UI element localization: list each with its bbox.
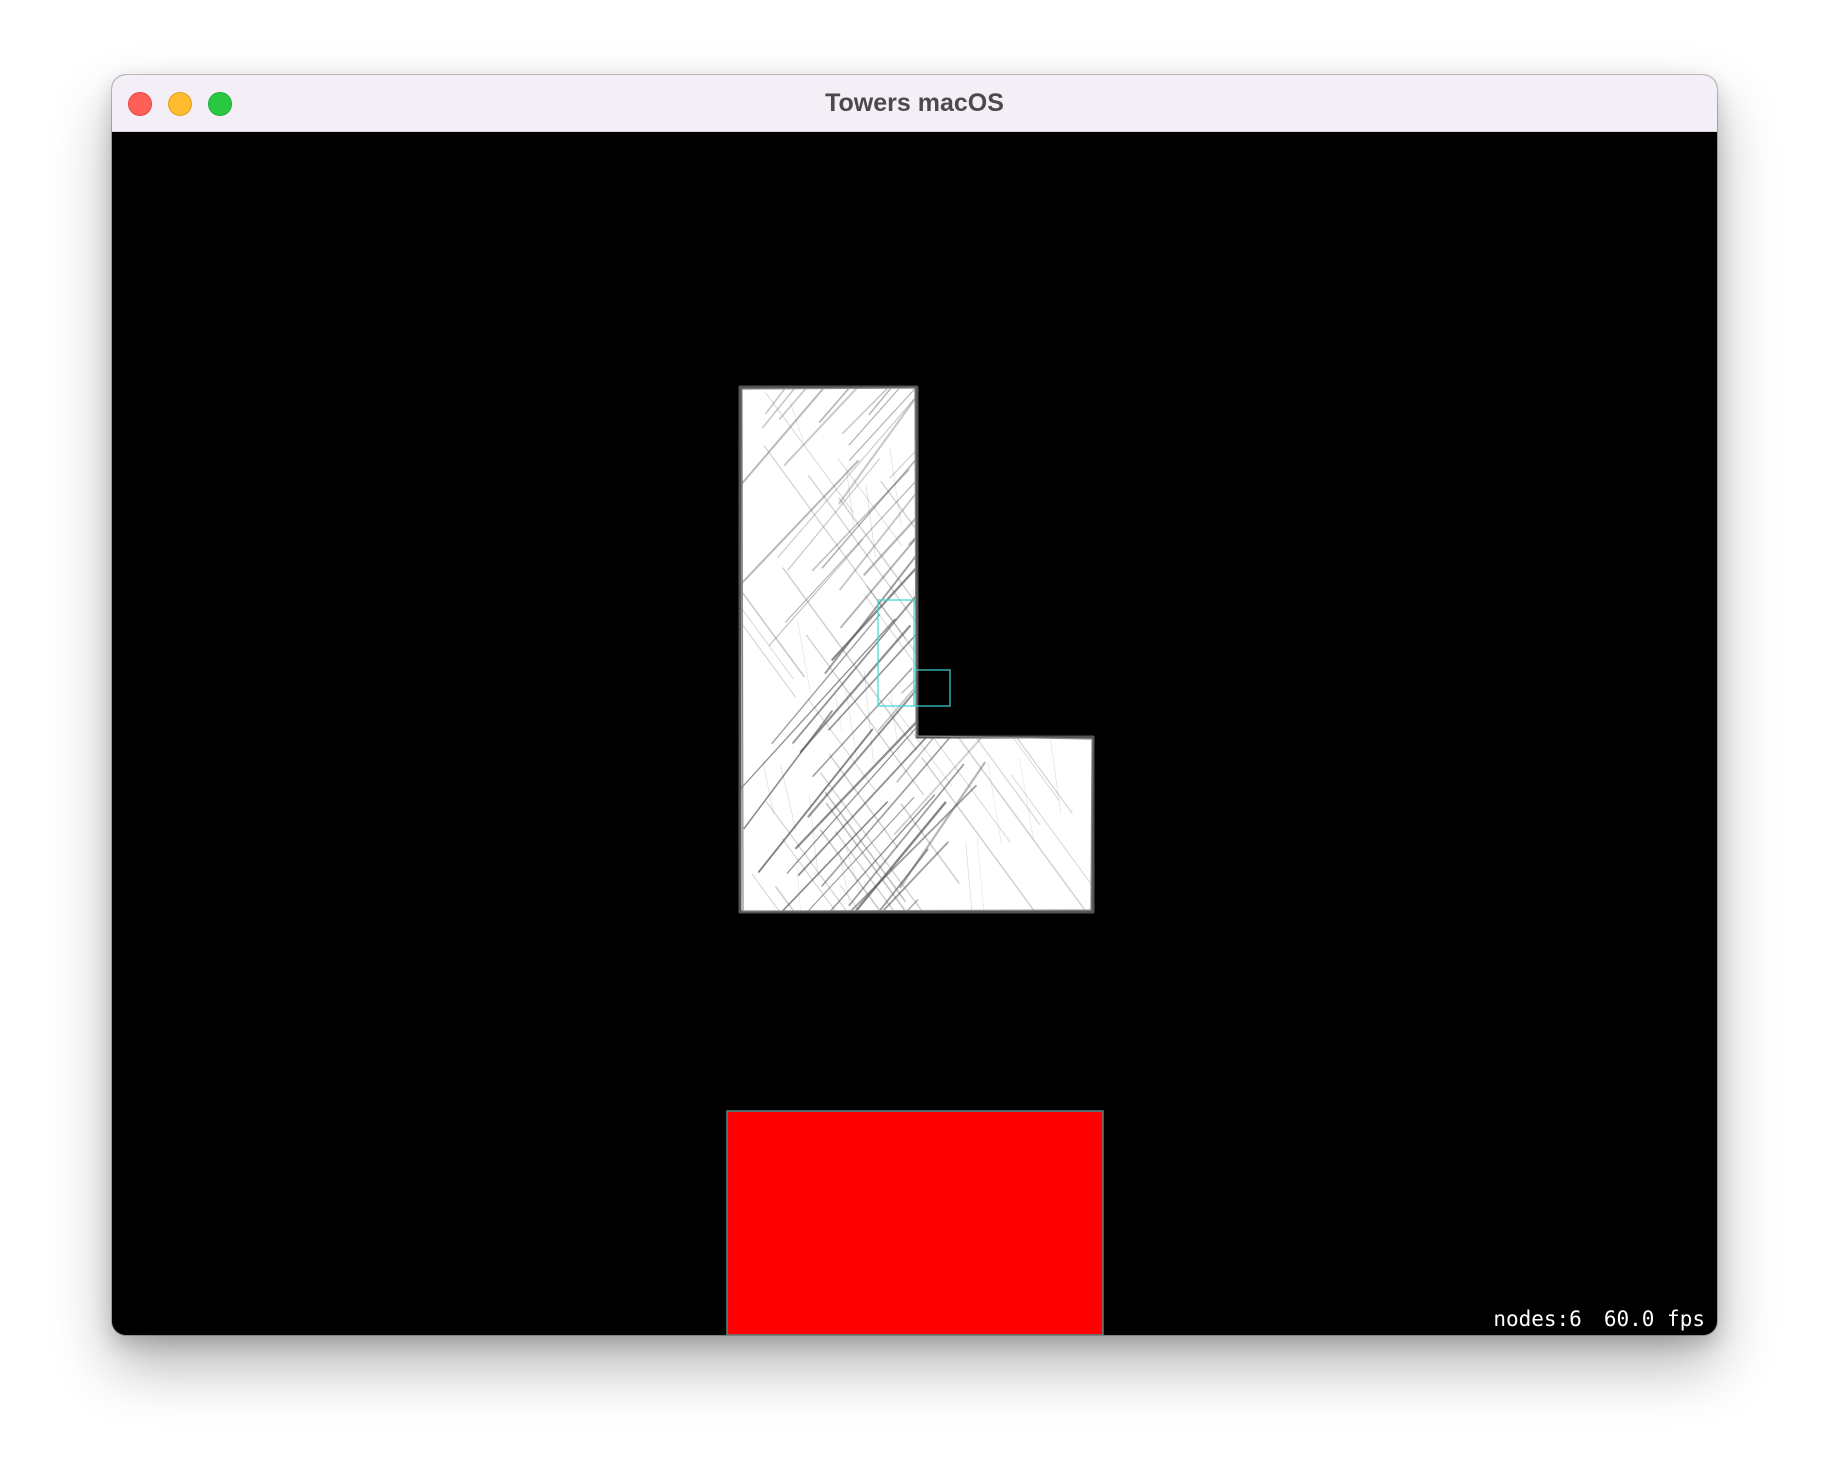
base-platform[interactable]: [726, 1110, 1104, 1335]
fps-counter: 60.0 fps: [1603, 1307, 1705, 1331]
physics-outline-horizontal: [913, 669, 951, 707]
scene-canvas: [726, 385, 1104, 1335]
node-count: nodes:6: [1493, 1307, 1582, 1331]
game-scene[interactable]: nodes:6 60.0 fps: [112, 132, 1717, 1335]
title-bar[interactable]: Towers macOS: [112, 75, 1717, 132]
debug-stats: nodes:6 60.0 fps: [1493, 1307, 1705, 1331]
app-window: Towers macOS nodes:6 60.0 fps: [112, 75, 1717, 1335]
window-title: Towers macOS: [825, 89, 1004, 117]
